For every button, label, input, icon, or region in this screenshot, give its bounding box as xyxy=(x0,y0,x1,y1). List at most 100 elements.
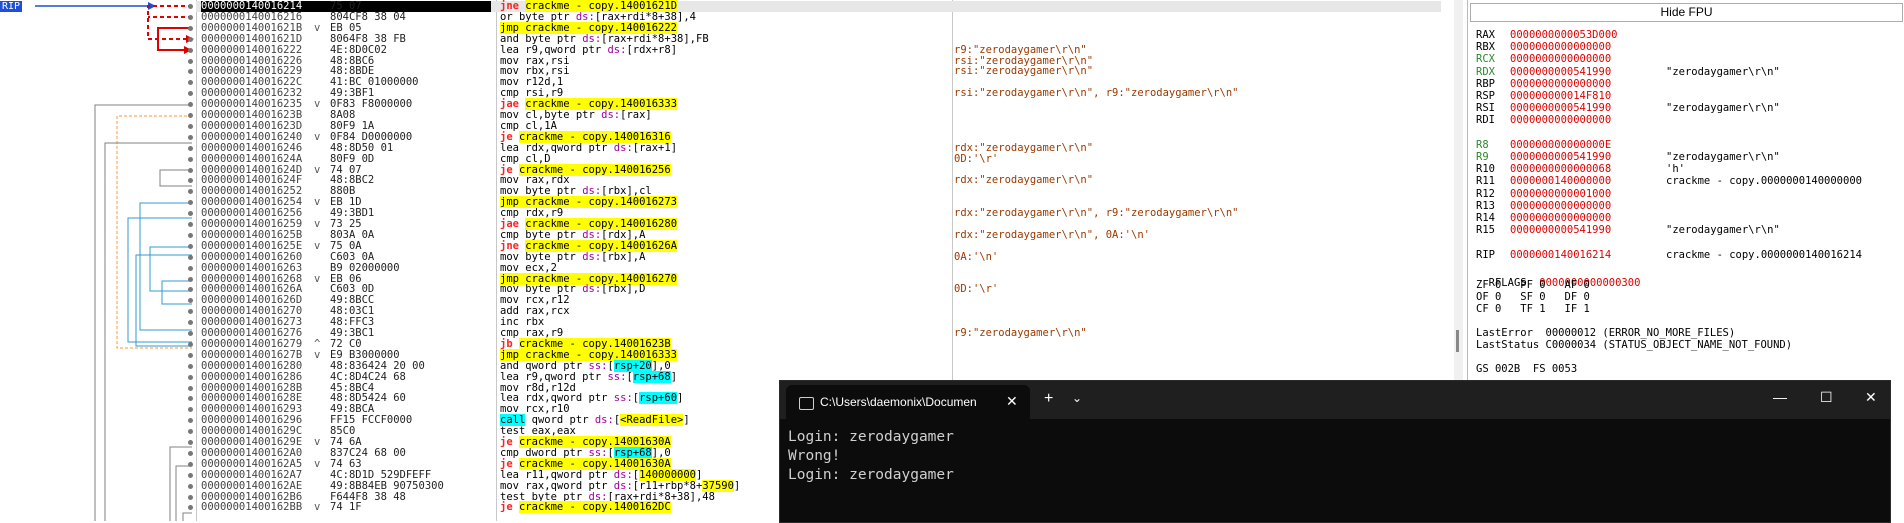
breakpoint-dot[interactable] xyxy=(188,36,193,42)
breakpoint-dot[interactable] xyxy=(188,440,193,445)
terminal-line: Login: zerodaygamer xyxy=(788,467,954,483)
instruction-token: ds: xyxy=(607,43,627,56)
breakpoint-dot[interactable] xyxy=(188,58,193,64)
comment: rsi:"zerodaygamer\r\n", r9:"zerodaygamer… xyxy=(954,87,1239,100)
breakpoint-dot[interactable] xyxy=(188,494,193,500)
register-name: R13 xyxy=(1476,199,1495,212)
new-tab-button[interactable]: + xyxy=(1044,390,1053,408)
scrollbar-thumb[interactable] xyxy=(1456,330,1459,352)
register-value[interactable]: 0000000000541990 xyxy=(1510,224,1611,236)
register-value[interactable]: 0000000000053D000 xyxy=(1510,29,1617,41)
jump-direction-icon: v xyxy=(314,348,321,361)
breakpoint-dot[interactable] xyxy=(188,331,193,336)
segment-registers: GS 002B FS 0053 xyxy=(1476,363,1578,375)
register-value[interactable]: 0000000000000000 xyxy=(1510,114,1611,126)
flags-row-1[interactable]: ZF 0 PF 0 AF 0 xyxy=(1476,279,1590,291)
minimize-button[interactable]: — xyxy=(1773,389,1787,405)
terminal-titlebar[interactable]: C:\Users\daemonix\Documen ✕ + ⌄ — ☐ ✕ xyxy=(780,381,1890,419)
instruction-token: ds: xyxy=(613,141,633,154)
instruction-token: [rbx],D xyxy=(601,283,646,296)
register-value[interactable]: 0000000000000000 xyxy=(1510,200,1611,212)
tab-close-icon[interactable]: ✕ xyxy=(1006,393,1018,410)
breakpoint-dot[interactable] xyxy=(188,243,193,249)
register-value[interactable]: 0000000000000068 xyxy=(1510,163,1611,175)
breakpoint-dot[interactable] xyxy=(188,341,193,347)
breakpoint-dot[interactable] xyxy=(188,222,193,227)
instruction-token: je xyxy=(500,501,513,514)
instruction-token: ],0 xyxy=(651,359,671,372)
register-value[interactable]: 0000000000000000 xyxy=(1510,212,1611,224)
breakpoint-dot[interactable] xyxy=(188,483,193,489)
breakpoint-dot[interactable] xyxy=(188,156,193,162)
breakpoint-dot[interactable] xyxy=(188,14,193,20)
instruction-token: mov ecx,2 xyxy=(500,261,557,274)
instruction: add rax,rcx xyxy=(500,306,1140,317)
opcode-bytes: 48:8BC2 xyxy=(330,174,375,187)
register-value[interactable]: 0000000140016214 xyxy=(1510,249,1611,261)
instruction: mov cl,byte ptr ds:[rax] xyxy=(500,110,1140,121)
breakpoint-dot[interactable] xyxy=(188,374,193,380)
breakpoint-dot[interactable] xyxy=(188,385,193,391)
register-value[interactable]: 0000000000541990 xyxy=(1510,102,1611,114)
column-separator[interactable] xyxy=(196,0,197,521)
register-value[interactable]: 000000000014F810 xyxy=(1510,90,1611,102)
register-name: RSP xyxy=(1476,90,1495,102)
register-name: RAX xyxy=(1476,29,1495,41)
breakpoint-dot[interactable] xyxy=(188,232,193,238)
instruction-token: ds: xyxy=(582,283,602,296)
register-value[interactable]: 0000000000000000 xyxy=(1510,78,1611,90)
jump-direction-icon: v xyxy=(314,130,321,143)
flags-row-2[interactable]: OF 0 SF 0 DF 0 xyxy=(1476,291,1590,303)
instruction-token: ss: xyxy=(613,392,633,405)
breakpoint-dot[interactable] xyxy=(188,113,193,118)
breakpoint-dot[interactable] xyxy=(188,352,193,358)
breakpoint-dot[interactable] xyxy=(188,145,193,151)
instruction-token: [rax+1] xyxy=(632,141,678,154)
opcode-bytes: 80F9 0D xyxy=(330,152,375,165)
register-value[interactable]: 0000000000001000 xyxy=(1510,188,1611,200)
register-value[interactable]: 0000000000541990 xyxy=(1510,151,1611,163)
last-error: LastError 00000012 (ERROR_NO_MORE_FILES) xyxy=(1476,327,1736,339)
jump-direction-icon: v xyxy=(314,272,321,285)
instruction-token: rsp+68 xyxy=(632,370,671,383)
breakpoint-dot[interactable] xyxy=(188,4,193,9)
breakpoint-dot[interactable] xyxy=(188,47,193,53)
opcode-bytes: 4E:8D0C02 xyxy=(330,43,387,56)
register-value[interactable]: 0000000000000000 xyxy=(1510,53,1611,65)
breakpoint-dot[interactable] xyxy=(188,265,193,271)
register-comment: "zerodaygamer\r\n" xyxy=(1666,65,1780,78)
opcode-bytes: 4C:8D4C24 68 xyxy=(330,370,406,383)
breakpoint-dot[interactable] xyxy=(188,123,193,129)
register-comment: "zerodaygamer\r\n" xyxy=(1666,102,1780,115)
hide-fpu-button[interactable]: Hide FPU xyxy=(1470,3,1903,22)
register-value[interactable]: 0000000000541990 xyxy=(1510,66,1611,78)
tab-dropdown-icon[interactable]: ⌄ xyxy=(1072,391,1082,405)
opcode-bytes: 0F83 F8000000 xyxy=(330,98,413,111)
breakpoint-dot[interactable] xyxy=(188,134,193,140)
register-name: RBX xyxy=(1476,41,1495,54)
breakpoint-dot[interactable] xyxy=(188,450,193,456)
instruction-token: [rax] xyxy=(620,109,652,121)
register-value[interactable]: 0000000140000000 xyxy=(1510,175,1611,187)
breakpoint-dot[interactable] xyxy=(188,461,193,467)
instruction-token: ,FB xyxy=(689,32,709,45)
register-value[interactable]: 0000000000000000 xyxy=(1510,41,1611,53)
terminal-window[interactable]: C:\Users\daemonix\Documen ✕ + ⌄ — ☐ ✕ Lo… xyxy=(779,380,1891,523)
breakpoint-dot[interactable] xyxy=(188,472,193,478)
breakpoint-dot[interactable] xyxy=(188,276,193,282)
instruction-token: ds: xyxy=(594,414,614,427)
register-value[interactable]: 000000000000000E xyxy=(1510,139,1611,151)
breakpoint-dot[interactable] xyxy=(188,363,193,369)
register-comment: crackme - copy.0000000140016214 xyxy=(1666,248,1862,261)
breakpoint-dot[interactable] xyxy=(188,167,193,173)
register-name: R12 xyxy=(1476,187,1495,200)
terminal-tab[interactable]: C:\Users\daemonix\Documen ✕ xyxy=(786,385,1030,419)
instruction-token: rsp+60 xyxy=(639,392,678,405)
flags-row-3[interactable]: CF 0 TF 1 IF 1 xyxy=(1476,303,1590,315)
breakpoint-dot[interactable] xyxy=(188,254,193,260)
register-name: RDI xyxy=(1476,114,1495,127)
register-comment: "zerodaygamer\r\n" xyxy=(1666,151,1780,163)
close-window-button[interactable]: ✕ xyxy=(1865,389,1877,406)
maximize-button[interactable]: ☐ xyxy=(1820,389,1833,406)
breakpoint-dot[interactable] xyxy=(188,25,193,31)
